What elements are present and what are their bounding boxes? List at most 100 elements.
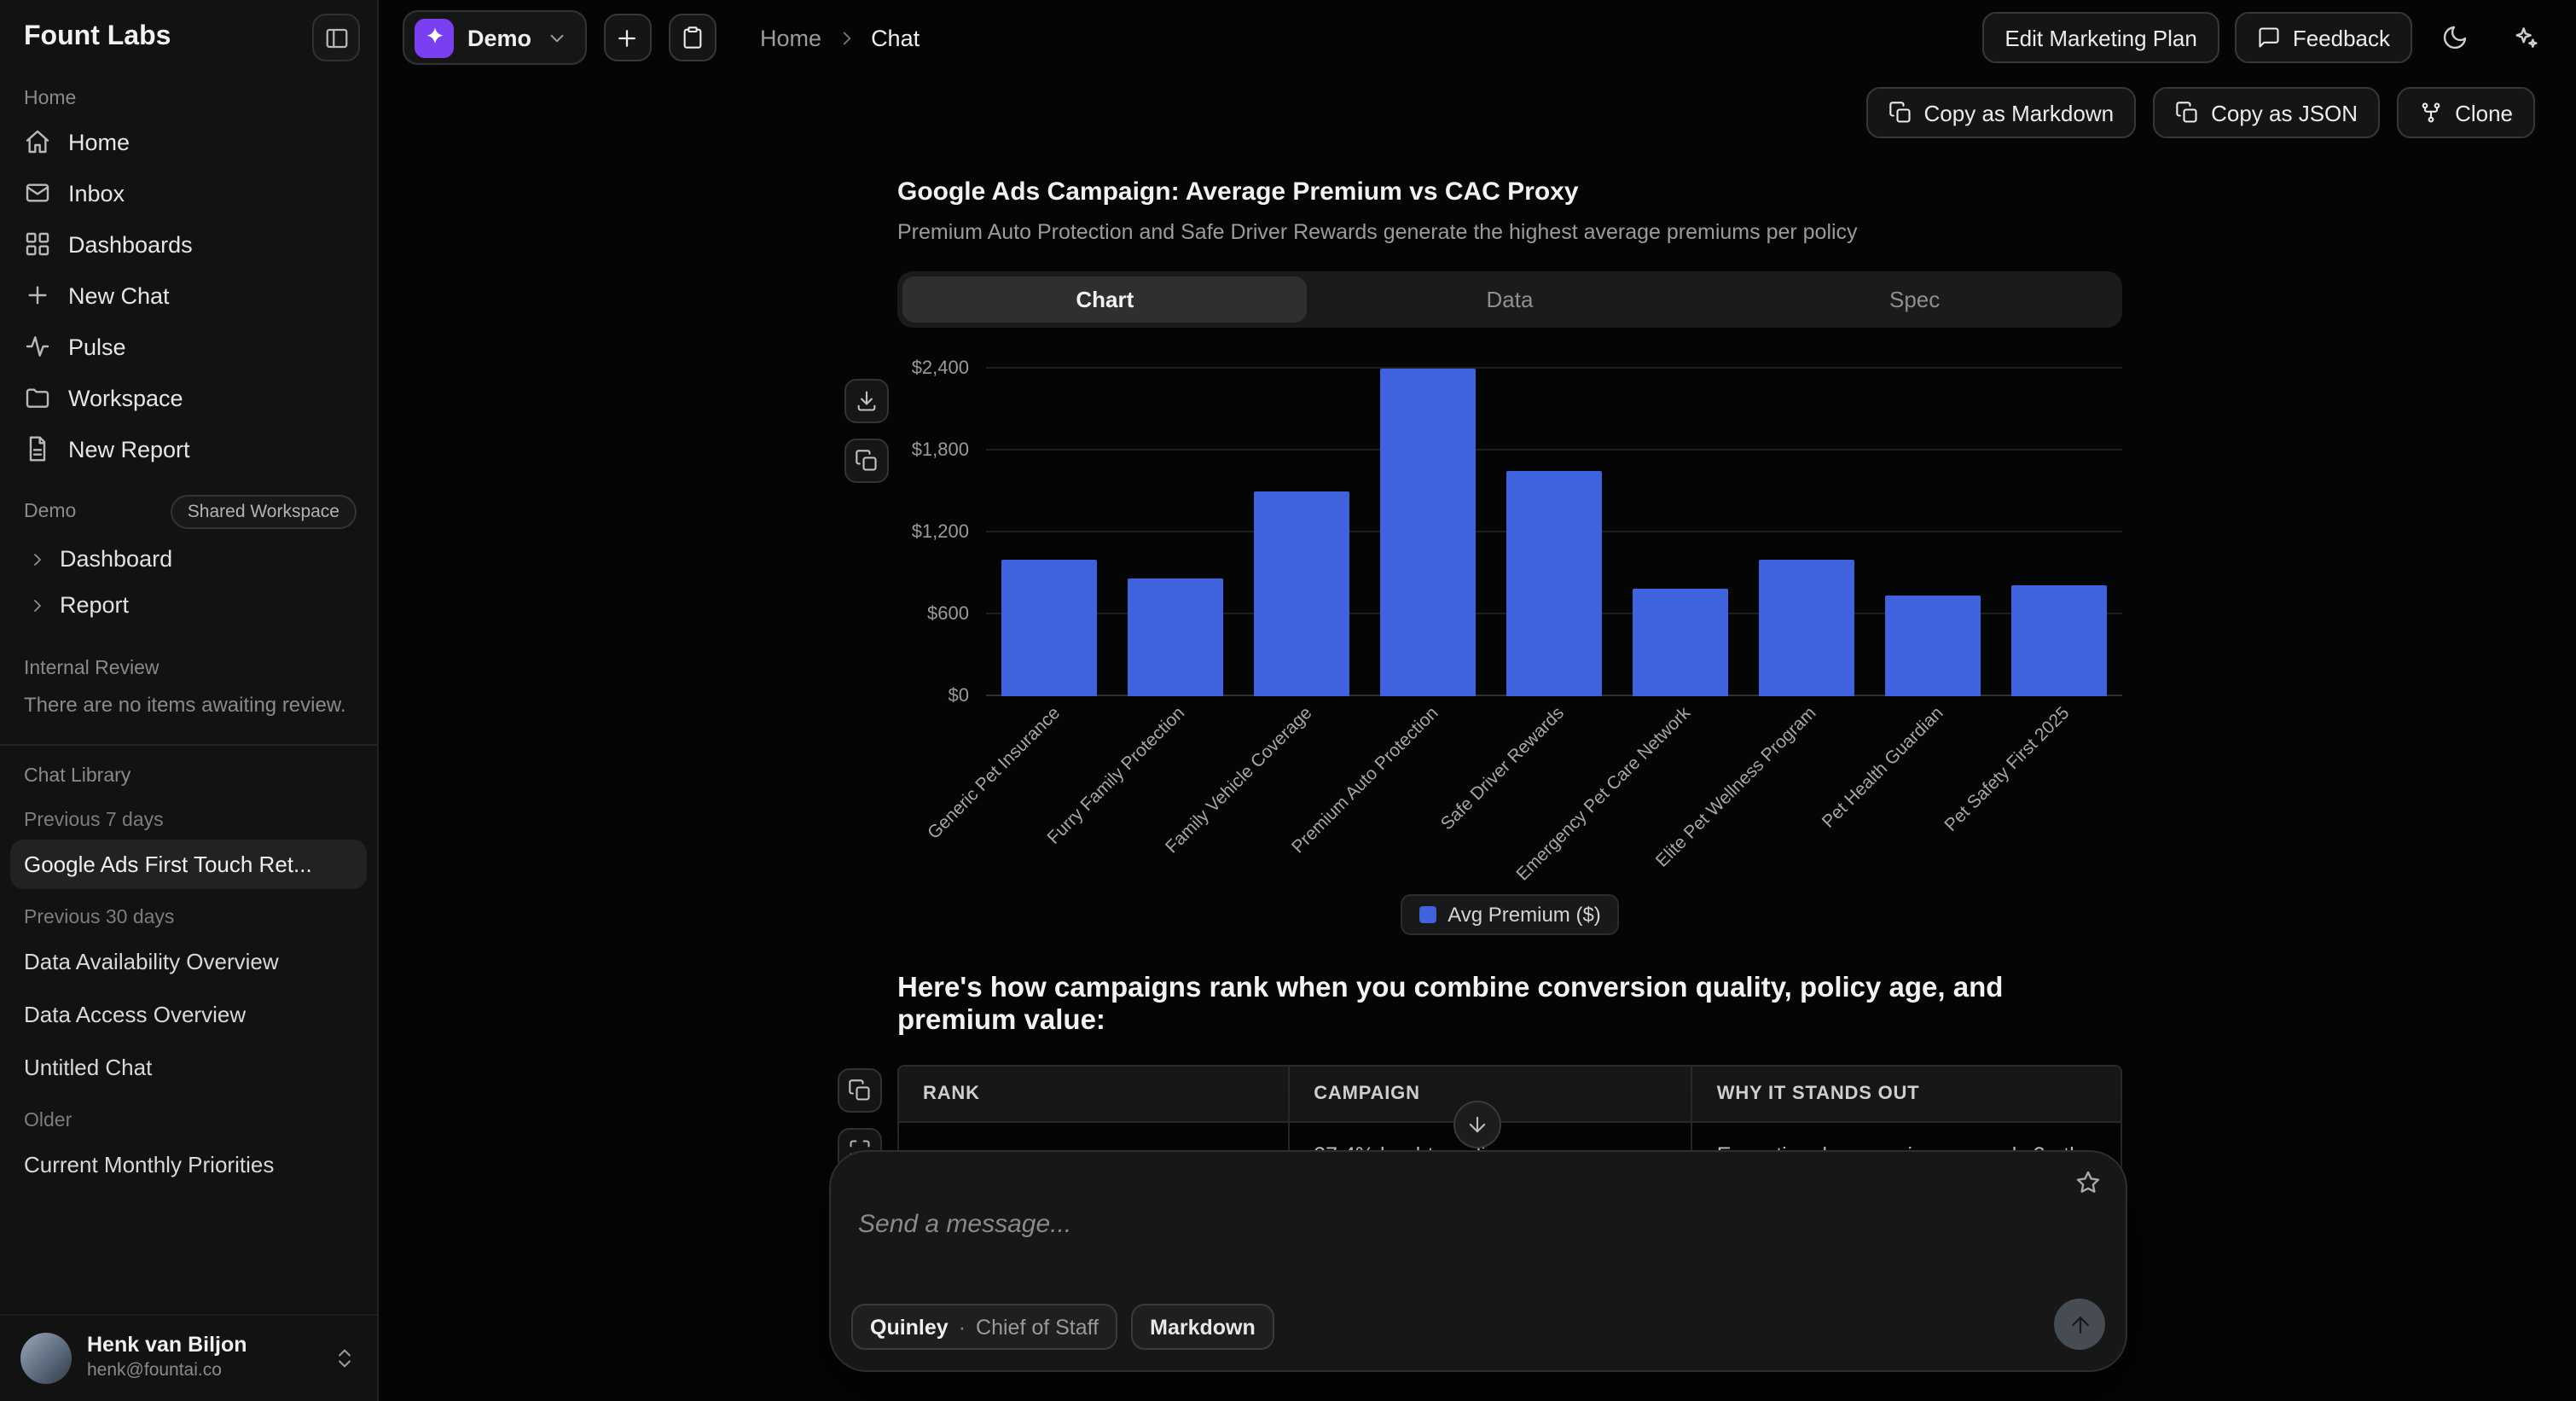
brand-title: Fount Labs <box>24 22 171 53</box>
agent-name: Quinley <box>870 1315 949 1339</box>
copy-icon <box>1888 101 1912 125</box>
chart-title: Google Ads Campaign: Average Premium vs … <box>897 177 2122 206</box>
internal-review-empty-text: There are no items awaiting review. <box>0 686 377 724</box>
folder-icon <box>24 384 51 411</box>
copy-as-markdown-button[interactable]: Copy as Markdown <box>1866 87 2137 138</box>
message-input[interactable] <box>858 1210 2030 1239</box>
bar-pet-safety-first-2025 <box>2012 585 2107 696</box>
chat-item-google-ads-first-touch-ret[interactable]: Google Ads First Touch Ret... <box>10 840 367 889</box>
workspace-switcher[interactable]: Demo <box>403 10 586 65</box>
sidebar-item-label: Pulse <box>68 334 126 359</box>
sidebar-item-label: Home <box>68 129 130 154</box>
workspace-tree: Dashboard Report <box>0 536 377 628</box>
logo-mark-icon <box>422 26 446 49</box>
sidebar-item-home[interactable]: Home <box>0 116 377 167</box>
chevrons-up-down-icon[interactable] <box>333 1346 357 1370</box>
chart-block: $0$600$1,200$1,800$2,400 Generic Pet Ins… <box>897 369 2122 935</box>
chart-legend: Avg Premium ($) <box>1400 894 1620 935</box>
y-tick-label: $2,400 <box>912 358 969 379</box>
download-chart-button[interactable] <box>844 379 889 423</box>
chat-item-current-monthly-priorities[interactable]: Current Monthly Priorities <box>0 1138 377 1191</box>
sidebar-section-home-label: Home <box>0 72 377 116</box>
feedback-icon <box>2257 26 2281 49</box>
bar-generic-pet-insurance <box>1002 560 1097 696</box>
sidebar-item-inbox[interactable]: Inbox <box>0 167 377 218</box>
x-axis-label: Generic Pet Insurance <box>923 703 1064 844</box>
y-tick-label: $0 <box>949 686 970 706</box>
chat-item-data-access-overview[interactable]: Data Access Overview <box>0 988 377 1041</box>
chat-library: Previous 7 daysGoogle Ads First Touch Re… <box>0 794 377 1191</box>
copy-icon <box>2175 101 2199 125</box>
format-selector[interactable]: Markdown <box>1131 1304 1274 1350</box>
chat-group-label: Previous 7 days <box>0 794 377 838</box>
scroll-to-bottom-button[interactable] <box>1453 1101 1501 1148</box>
y-tick-label: $1,800 <box>912 440 969 461</box>
message-toolbar: Copy as Markdown Copy as JSON Clone <box>379 75 2576 150</box>
bar-elite-pet-wellness-program <box>1760 560 1854 696</box>
pulse-icon <box>24 333 51 360</box>
internal-review-label: Internal Review <box>0 628 377 686</box>
new-item-button[interactable] <box>603 14 651 61</box>
bar-pet-health-guardian <box>1886 596 1981 696</box>
chat-library-label: Chat Library <box>0 749 377 794</box>
clipboard-icon <box>680 26 704 49</box>
agent-selector[interactable]: Quinley · Chief of Staff <box>851 1304 1117 1350</box>
tab-spec[interactable]: Spec <box>1712 276 2117 323</box>
breadcrumb: Home Chat <box>760 25 920 50</box>
avatar <box>20 1333 72 1384</box>
copy-as-json-button[interactable]: Copy as JSON <box>2153 87 2380 138</box>
chat-item-untitled-chat[interactable]: Untitled Chat <box>0 1041 377 1094</box>
sparkles-icon <box>2511 24 2538 51</box>
tab-data[interactable]: Data <box>1308 276 1713 323</box>
tree-item-label: Report <box>60 592 129 618</box>
workspace-name: Demo <box>467 25 531 50</box>
arrow-down-icon <box>1465 1113 1489 1136</box>
star-icon[interactable] <box>2074 1169 2102 1196</box>
copy-chart-button[interactable] <box>844 439 889 483</box>
sidebar-item-new-report[interactable]: New Report <box>0 423 377 474</box>
user-name: Henk van Biljon <box>87 1334 317 1360</box>
viz-tabs: ChartDataSpec <box>897 271 2122 328</box>
sidebar-item-dashboards[interactable]: Dashboards <box>0 218 377 270</box>
copy-as-json-label: Copy as JSON <box>2211 100 2358 125</box>
sparkles-button[interactable] <box>2498 10 2552 65</box>
sidebar-item-label: Inbox <box>68 180 125 206</box>
clone-button[interactable]: Clone <box>2397 87 2535 138</box>
sidebar-item-new-chat[interactable]: New Chat <box>0 270 377 321</box>
table-header-why-it-stands-out: WHY IT STANDS OUT <box>1693 1067 2121 1121</box>
plus-icon <box>614 25 640 50</box>
chart-subtitle: Premium Auto Protection and Safe Driver … <box>897 220 2122 244</box>
breadcrumb-current: Chat <box>871 25 920 50</box>
user-menu[interactable]: Henk van Biljon henk@fountai.co <box>0 1314 377 1401</box>
home-icon <box>24 128 51 155</box>
chevrons-up-down-icon <box>333 1346 357 1370</box>
document-icon <box>24 435 51 462</box>
agent-separator: · <box>959 1315 966 1339</box>
sidebar-collapse-button[interactable] <box>312 14 360 61</box>
copy-table-button[interactable] <box>838 1068 882 1113</box>
sidebar-item-label: New Report <box>68 436 190 462</box>
clipboard-button[interactable] <box>668 14 716 61</box>
tree-item-label: Dashboard <box>60 546 172 572</box>
edit-marketing-plan-button[interactable]: Edit Marketing Plan <box>1982 12 2219 63</box>
breadcrumb-home[interactable]: Home <box>760 25 821 50</box>
send-button[interactable] <box>2054 1299 2105 1350</box>
sidebar-item-pulse[interactable]: Pulse <box>0 321 377 372</box>
chat-group-label: Older <box>0 1094 377 1138</box>
tree-item-dashboard[interactable]: Dashboard <box>0 536 377 582</box>
sidebar-item-label: New Chat <box>68 282 170 308</box>
format-label: Markdown <box>1150 1315 1256 1339</box>
chevron-right-icon <box>835 26 857 49</box>
chat-item-data-availability-overview[interactable]: Data Availability Overview <box>0 935 377 988</box>
feedback-button[interactable]: Feedback <box>2235 12 2412 63</box>
dark-mode-toggle[interactable] <box>2428 10 2482 65</box>
sidebar-divider <box>0 744 377 746</box>
sidebar-item-workspace[interactable]: Workspace <box>0 372 377 423</box>
workspace-logo-icon <box>415 18 454 57</box>
copy-as-markdown-label: Copy as Markdown <box>1924 100 2115 125</box>
fork-icon <box>2419 101 2443 125</box>
sidebar-demo-label: Demo <box>24 502 76 522</box>
tab-chart[interactable]: Chart <box>902 276 1308 323</box>
tree-item-report[interactable]: Report <box>0 582 377 628</box>
bar-safe-driver-rewards <box>1507 471 1602 696</box>
